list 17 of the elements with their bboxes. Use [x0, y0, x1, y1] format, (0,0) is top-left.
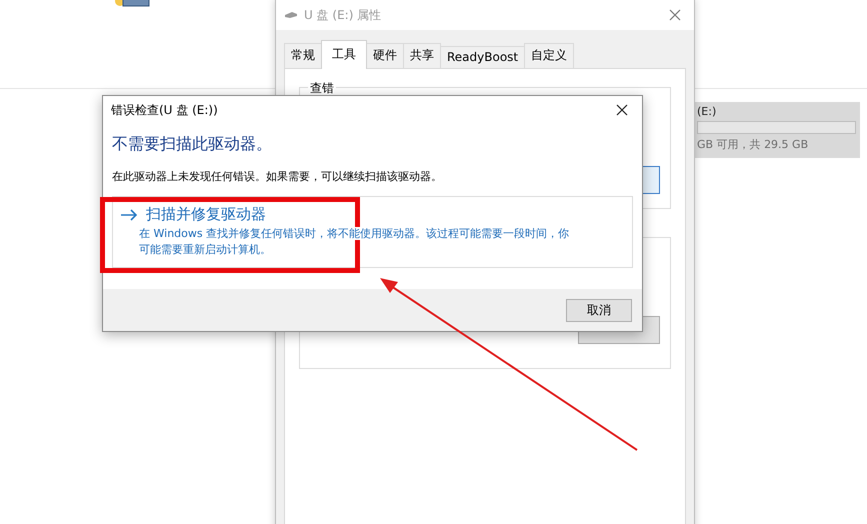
tab[interactable]: 常规	[284, 43, 322, 68]
dialog-title: 错误检查(U 盘 (E:))	[111, 102, 219, 118]
window-title: U 盘 (E:) 属性	[304, 6, 382, 24]
folder-icon	[115, 0, 151, 8]
drive-capacity: GB 可用，共 29.5 GB	[697, 137, 810, 152]
option-title: 扫描并修复驱动器	[146, 205, 266, 224]
tab[interactable]: 自定义	[524, 43, 574, 68]
cancel-button[interactable]: 取消	[566, 298, 632, 322]
close-icon	[616, 104, 628, 116]
dialog-heading: 不需要扫描此驱动器。	[112, 134, 273, 155]
arrow-icon	[121, 208, 138, 220]
drive-tile[interactable]: (E:) GB 可用，共 29.5 GB	[693, 102, 860, 158]
tab[interactable]: 工具	[321, 40, 367, 69]
dialog-message: 在此驱动器上未发现任何错误。如果需要，可以继续扫描该驱动器。	[112, 169, 443, 184]
drive-label: (E:)	[697, 105, 718, 118]
drive-icon	[284, 11, 298, 19]
close-icon	[669, 9, 681, 21]
